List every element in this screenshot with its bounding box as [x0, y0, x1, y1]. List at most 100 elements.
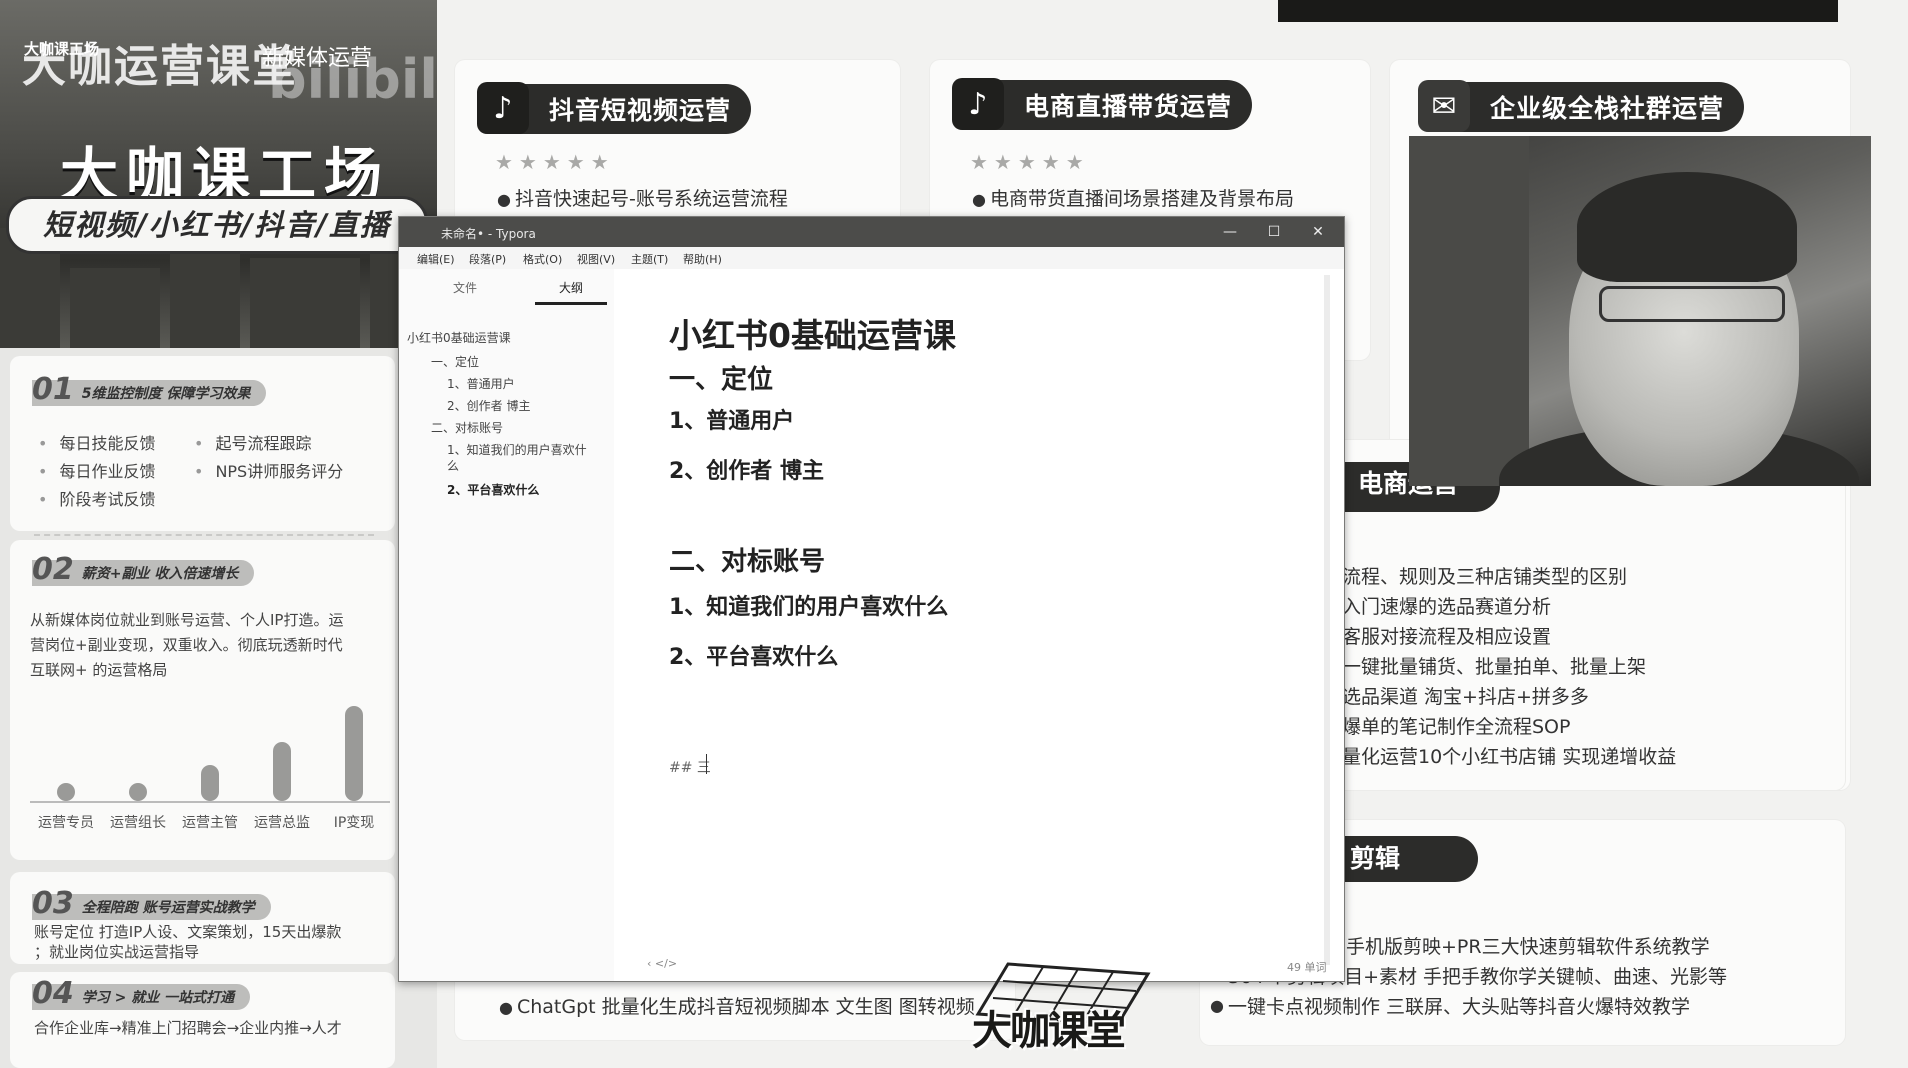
doc-list-item[interactable]: 1、知道我们的用户喜欢什么: [669, 589, 948, 621]
doc-heading-2[interactable]: 一、定位: [669, 359, 773, 396]
banner-logo-small: 大咖课工场: [24, 40, 100, 58]
section-desc-line: 账号定位 打造IP人设、文案策划，15天出爆款: [34, 923, 342, 941]
outline-item[interactable]: 一、定位: [431, 353, 479, 370]
banner-brand-text: 新媒体运营: [262, 46, 373, 71]
outline-item-active[interactable]: 2、平台喜欢什么: [447, 481, 539, 498]
top-dark-strip: [1278, 0, 1838, 22]
feature-item: 每日技能反馈: [38, 430, 155, 454]
section-desc-line: 互联网+ 的运营格局: [30, 661, 168, 679]
section-desc-line: ；就业岗位实战运营指导: [34, 943, 200, 961]
chatgpt-line: ChatGpt 批量化生成抖音短视频脚本 文生图 图转视频: [499, 992, 975, 1019]
chart-tick-label: 运营专员: [38, 815, 94, 831]
close-button[interactable]: ✕: [1296, 217, 1340, 247]
outline-item[interactable]: 1、知道我们的用户喜欢什: [447, 441, 587, 458]
menu-format[interactable]: 格式(O): [523, 251, 562, 267]
section-desc-line: 合作企业库→精准上门招聘会→企业内推→人才: [34, 1019, 342, 1037]
section-tag: 04 学习 > 就业 一站式打通: [32, 976, 251, 1011]
doc-heading-2[interactable]: 二、对标账号: [669, 541, 825, 578]
tiktok-icon: ♪: [952, 78, 1004, 130]
tab-files[interactable]: 文件: [453, 279, 477, 296]
outline-item[interactable]: 1、普通用户: [447, 375, 515, 392]
city-silhouette: [250, 258, 360, 348]
chart-plot-area: [30, 698, 390, 801]
chart-tick-label: 运营主管: [182, 815, 238, 831]
chart-labels: 运营专员 运营组长 运营主管 运营总监 IP变现: [30, 812, 390, 836]
ecommerce-line: 客服对接流程及相应设置: [1342, 626, 1552, 648]
chart-tick-label: 运营总监: [254, 815, 310, 831]
editor-area[interactable]: 小红书0基础运营课 一、定位 1、普通用户 2、创作者 博主 二、对标账号 1、…: [614, 269, 1344, 981]
ecommerce-line: 入门速爆的选品赛道分析: [1342, 596, 1552, 618]
maximize-button[interactable]: ☐: [1252, 217, 1296, 247]
tab-outline[interactable]: 大纲: [535, 279, 608, 305]
menu-paragraph[interactable]: 段落(P): [469, 251, 506, 267]
section-tag: 02 薪资+副业 收入倍速增长: [32, 552, 255, 587]
section-number: 01: [32, 371, 74, 407]
chart-baseline: [30, 801, 390, 803]
divider: [34, 534, 374, 536]
section-desc-line: 从新媒体岗位就业到账号运营、个人IP打造。运: [30, 611, 344, 629]
doc-list-item[interactable]: 1、普通用户: [669, 403, 794, 435]
feature-item: 阶段考试反馈: [38, 486, 155, 510]
section-number: 03: [32, 885, 74, 921]
rating-stars: ★★★★★: [970, 150, 1090, 174]
ecommerce-line: 一键批量铺货、批量拍单、批量上架: [1342, 656, 1647, 678]
doc-raw-line[interactable]: ## 三: [669, 757, 711, 777]
doc-heading-1[interactable]: 小红书0基础运营课: [669, 309, 956, 357]
ecommerce-line: 量化运营10个小红书店铺 实现递增收益: [1342, 746, 1677, 768]
section-tag: 01 5维监控制度 保障学习效果: [32, 372, 267, 407]
banner-pill: 短视频/小红书/抖音/直播: [6, 196, 428, 254]
city-silhouette: [70, 268, 160, 348]
word-count[interactable]: 49 单词: [1287, 959, 1327, 975]
menu-help[interactable]: 帮助(H): [683, 251, 722, 267]
menu-view[interactable]: 视图(V): [577, 251, 615, 267]
window-titlebar[interactable]: 未命名• - Typora — ☐ ✕: [399, 217, 1344, 247]
section-desc-line: 营岗位+副业变现，双重收入。彻底玩透新时代: [30, 636, 343, 654]
ecommerce-line: 爆单的笔记制作全流程SOP: [1342, 716, 1571, 738]
watermark-logo: 大咖课堂: [968, 954, 1168, 1054]
watermark-text: 大咖课堂: [972, 1008, 1126, 1054]
bullet-dot: ●: [1210, 996, 1224, 1015]
outline-item[interactable]: 2、创作者 博主: [447, 397, 530, 414]
wechat-icon: ✉: [1418, 80, 1470, 132]
program-line: 电商带货直播间场景搭建及背景布局: [972, 184, 1294, 211]
text-cursor: [706, 754, 707, 774]
section-card-2: 02 薪资+副业 收入倍速增长 从新媒体岗位就业到账号运营、个人IP打造。运 营…: [10, 540, 395, 860]
glasses: [1599, 286, 1785, 322]
ecommerce-line: 选品渠道 淘宝+抖店+拼多多: [1342, 686, 1589, 708]
feature-item: NPS讲师服务评分: [194, 458, 343, 482]
ecommerce-line: 流程、规则及三种店铺类型的区别: [1342, 566, 1628, 588]
section-card-1: 01 5维监控制度 保障学习效果 每日技能反馈 起号流程跟踪 每日作业反馈 NP…: [10, 356, 395, 536]
feature-item: 每日作业反馈: [38, 458, 155, 482]
section-tag: 03 全程陪跑 账号运营实战教学: [32, 886, 271, 921]
editing-line: 一键卡点视频制作 三联屏、大头贴等抖音火爆特效教学: [1228, 996, 1691, 1018]
editing-line: 手机版剪映+PR三大快速剪辑软件系统教学: [1346, 936, 1710, 958]
section-title: 全程陪跑 账号运营实战教学: [81, 900, 255, 916]
sidebar: 文件 大纲 小红书0基础运营课 一、定位 1、普通用户 2、创作者 博主 二、对…: [399, 269, 614, 981]
scrollbar[interactable]: [1324, 275, 1330, 965]
menu-bar: 编辑(E) 段落(P) 格式(O) 视图(V) 主题(T) 帮助(H): [399, 247, 1344, 269]
section-title: 5维监控制度 保障学习效果: [81, 386, 251, 402]
section-number: 02: [32, 551, 74, 587]
promo-column: bilibili 大咖运营课堂 大咖课工场 新媒体运营 大咖课工场 短视频/小红…: [0, 0, 437, 1068]
outline-item[interactable]: 二、对标账号: [431, 419, 503, 436]
section-card-3: 03 全程陪跑 账号运营实战教学 账号定位 打造IP人设、文案策划，15天出爆款…: [10, 872, 395, 964]
feature-item: 起号流程跟踪: [194, 430, 311, 454]
outline-item-wrap: 么: [447, 459, 460, 473]
minimize-button[interactable]: —: [1208, 217, 1252, 247]
menu-edit[interactable]: 编辑(E): [417, 251, 455, 267]
chart-bar: [57, 783, 75, 801]
promo-banner: bilibili 大咖运营课堂 大咖课工场 新媒体运营 大咖课工场 短视频/小红…: [0, 0, 437, 348]
doc-list-item[interactable]: 2、平台喜欢什么: [669, 639, 838, 671]
menu-theme[interactable]: 主题(T): [631, 251, 668, 267]
typora-window[interactable]: 未命名• - Typora — ☐ ✕ 编辑(E) 段落(P) 格式(O) 视图…: [398, 216, 1345, 982]
source-mode-toggle[interactable]: ‹ </>: [647, 957, 677, 970]
section-card-4: 04 学习 > 就业 一站式打通 合作企业库→精准上门招聘会→企业内推→人才: [10, 972, 395, 1068]
rating-stars: ★★★★★: [495, 150, 615, 174]
section-title: 学习 > 就业 一站式打通: [81, 990, 235, 1006]
program-line: 抖音快速起号-账号系统运营流程: [497, 184, 788, 211]
bookshelf: [1409, 136, 1529, 486]
chart-bar: [345, 706, 363, 801]
person-hair: [1577, 172, 1797, 282]
outline-item[interactable]: 小红书0基础运营课: [407, 329, 511, 346]
doc-list-item[interactable]: 2、创作者 博主: [669, 453, 824, 485]
